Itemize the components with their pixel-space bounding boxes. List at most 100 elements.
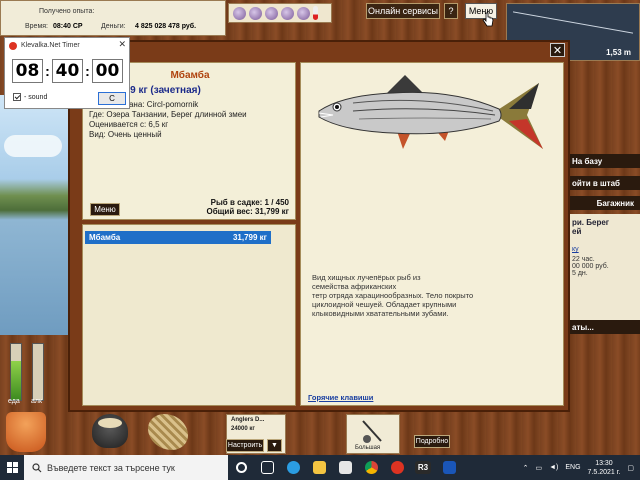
bucket-icon[interactable]	[6, 412, 46, 452]
slot-weight: 24000 кг	[231, 426, 255, 432]
chrome-icon[interactable]	[358, 455, 384, 480]
total-weight: Общий вес: 31,799 кг	[206, 207, 290, 216]
keepnet-count: Рыб в садке: 1 / 450	[210, 198, 289, 207]
bait-pot-icon[interactable]	[281, 6, 294, 20]
sound-toggle[interactable]: - sound	[13, 93, 47, 101]
depth-value: 1,53 m	[606, 48, 631, 57]
location-days: 5 дн.	[572, 270, 588, 277]
fish-weight: 799 кг (зачетная)	[119, 85, 201, 96]
fish-kind: Вид: Очень ценный	[89, 130, 162, 139]
close-dialog-button[interactable]: ✕	[550, 43, 565, 57]
clock-date: 7.5.2021 г.	[587, 468, 621, 476]
time-value: 08:40 СР	[53, 23, 83, 30]
catch-weight: 31,799 кг	[232, 233, 267, 242]
location-panel: ри. Берег ей ку 22 час. 00 000 руб. 5 дн…	[568, 214, 640, 324]
timer-separator: :	[85, 63, 90, 79]
system-tray: ⌃ ▭ ◄) ENG 13:30 7.5.2021 г. ▢	[523, 455, 640, 480]
timer-minutes[interactable]: 40	[52, 59, 83, 83]
search-icon	[32, 462, 42, 472]
clock-time: 13:30	[595, 459, 613, 467]
volume-icon[interactable]: ◄)	[549, 464, 558, 471]
tigerfish-image	[318, 75, 543, 149]
trunk-button[interactable]: Багажник	[568, 196, 640, 210]
sound-label: - sound	[24, 93, 48, 101]
fish-menu-button[interactable]: Меню	[90, 203, 120, 216]
video-app-icon[interactable]	[436, 455, 462, 480]
bait-pot-icon[interactable]	[249, 6, 262, 20]
fish-picture-panel: Вид хищных лучепёрых рыб из семейства аф…	[300, 62, 564, 406]
app-logo-icon[interactable]	[384, 455, 410, 480]
sound-checkbox[interactable]	[13, 93, 21, 101]
online-services-button[interactable]: Онлайн сервисы	[366, 3, 440, 19]
task-view-icon[interactable]	[228, 455, 254, 480]
timer-hours[interactable]: 08	[12, 59, 43, 83]
explorer-folder-icon[interactable]	[306, 455, 332, 480]
time-label: Время:	[25, 23, 49, 30]
start-button[interactable]	[0, 455, 24, 480]
windows-logo-icon	[6, 462, 18, 473]
notifications-icon[interactable]: ▢	[627, 464, 634, 472]
edge-icon[interactable]	[280, 455, 306, 480]
language-indicator[interactable]: ENG	[565, 464, 580, 471]
food-gauge-fill	[11, 360, 21, 400]
details-button[interactable]: Подробно	[414, 435, 450, 448]
thermometer-icon	[313, 6, 318, 20]
dropdown-button[interactable]: ▼	[267, 439, 282, 452]
bait-strip[interactable]	[228, 3, 332, 23]
rod-slot[interactable]: Большая	[346, 414, 400, 454]
alcohol-label: алк	[31, 398, 43, 405]
windows-taskbar: Въведете текст за търсене тук R3 ⌃ ▭ ◄) …	[0, 455, 640, 480]
location-hours: 22 час.	[572, 256, 595, 263]
bait-pot-icon[interactable]	[297, 6, 310, 20]
bait-pot-icon[interactable]	[233, 6, 246, 20]
task-switch-icon[interactable]	[254, 455, 280, 480]
money-label: Деньги:	[101, 23, 126, 30]
timer-seconds[interactable]: 00	[92, 59, 123, 83]
fish-description: Вид хищных лучепёрых рыб из семейства аф…	[312, 273, 474, 318]
timer-reset-button[interactable]: C	[98, 92, 126, 105]
caught-by: ймана: Circl-pomornik	[119, 100, 199, 109]
list-item[interactable]: Мбамба 31,799 кг	[85, 231, 271, 244]
store-icon[interactable]	[332, 455, 358, 480]
taskbar-search[interactable]: Въведете текст за търсене тук	[24, 455, 228, 480]
cloud	[4, 135, 62, 157]
catch-list: Мбамба 31,799 кг	[82, 224, 296, 406]
money-value: 4 825 028 478 руб.	[135, 23, 197, 30]
location-link[interactable]: ку	[572, 246, 636, 253]
food-gauge	[10, 343, 22, 401]
to-base-button[interactable]: На базу	[568, 154, 640, 168]
bait-pot-icon[interactable]	[265, 6, 278, 20]
hotkeys-link[interactable]: Горячие клавиши	[308, 393, 373, 402]
timer-titlebar[interactable]: Klevalka.Net Timer	[5, 38, 129, 53]
close-icon[interactable]: ✕	[118, 39, 126, 50]
lake-view	[0, 95, 70, 335]
experience-label: Получено опыта:	[39, 8, 95, 15]
rod-icon	[362, 420, 382, 443]
r3-app-icon[interactable]: R3	[410, 455, 436, 480]
timer-display: 08 : 40 : 00	[12, 59, 123, 83]
network-icon[interactable]: ▭	[535, 464, 542, 472]
app-logo-icon	[9, 41, 17, 50]
help-button[interactable]: ?	[444, 3, 458, 19]
hud-info-bar: Получено опыта: Время: 08:40 СР Деньги: …	[0, 0, 226, 36]
food-pot-icon[interactable]	[92, 414, 128, 448]
to-hq-button[interactable]: ойти в штаб	[568, 176, 640, 190]
timer-title: Klevalka.Net Timer	[21, 42, 80, 49]
fish-valued-from: Оценивается с: 6,5 кг	[89, 120, 169, 129]
catch-name: Мбамба	[89, 233, 121, 242]
search-placeholder: Въведете текст за търсене тук	[47, 462, 175, 473]
location-title: ри. Берег	[572, 218, 610, 227]
trunk-label: Багажник	[596, 198, 634, 208]
slot-title: Anglers D...	[231, 417, 265, 423]
chevron-up-icon[interactable]: ⌃	[523, 464, 529, 472]
taskbar-clock[interactable]: 13:30 7.5.2021 г.	[588, 459, 621, 477]
chevron-down-icon: ▼	[271, 442, 278, 449]
timer-separator: :	[45, 63, 50, 79]
configure-button[interactable]: Настроить	[226, 439, 264, 452]
hand-cursor-icon	[482, 12, 494, 27]
slot-label: Большая	[355, 445, 381, 451]
location-title-2: ей	[572, 227, 582, 236]
location-price: 00 000 руб.	[572, 263, 609, 270]
food-label: еда	[8, 398, 20, 405]
results-button[interactable]: аты...	[568, 320, 640, 334]
